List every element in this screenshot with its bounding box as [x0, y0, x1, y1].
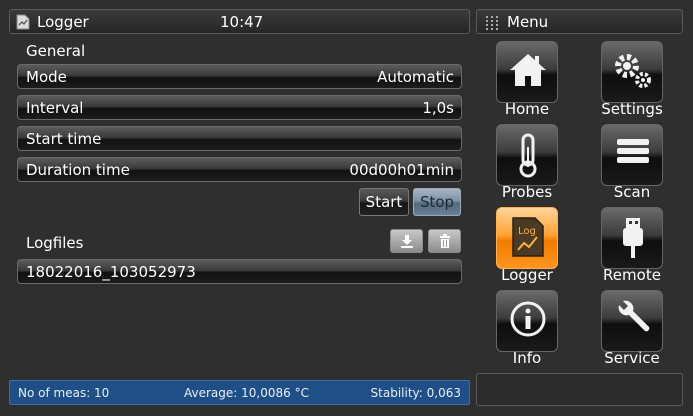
- remote-tile-label: Remote: [603, 266, 661, 284]
- page-title: Logger: [37, 13, 89, 31]
- interval-value: 1,0s: [422, 99, 454, 117]
- duration-time-label: Duration time: [26, 161, 130, 179]
- interval-label: Interval: [26, 99, 84, 117]
- info-tile-label: Info: [512, 349, 542, 367]
- duration-time-value: 00d00h01min: [349, 161, 454, 179]
- settings-tile-label: Settings: [601, 100, 663, 118]
- service-tile[interactable]: [601, 290, 663, 352]
- thermometer-icon: [519, 133, 537, 178]
- info-box: [476, 373, 683, 406]
- delete-button[interactable]: [428, 229, 461, 253]
- logger-tile-label: Logger: [501, 266, 553, 284]
- trash-icon: [440, 234, 450, 248]
- gears-icon: [615, 54, 651, 88]
- probes-tile-label: Probes: [501, 183, 553, 201]
- duration-time-field[interactable]: Duration time 00d00h01min: [17, 157, 462, 182]
- info-icon: [510, 301, 546, 337]
- meas-count: No of meas: 10: [18, 386, 110, 400]
- average-value: Average: 10,0086 °C: [184, 386, 309, 400]
- wrench-icon: [618, 300, 650, 332]
- logger-doc-icon: [16, 14, 30, 30]
- menu-bar: Menu: [476, 9, 683, 34]
- grip-dots-icon: [486, 15, 498, 30]
- start-button[interactable]: Start: [359, 188, 409, 216]
- svg-text:Log: Log: [518, 226, 536, 237]
- log-chart-icon: Log: [512, 217, 544, 257]
- usb-icon: [623, 218, 643, 258]
- mode-value: Automatic: [377, 68, 454, 86]
- info-tile[interactable]: [496, 290, 558, 352]
- status-bar: No of meas: 10 Average: 10,0086 °C Stabi…: [9, 380, 470, 405]
- home-tile-label: Home: [504, 100, 550, 118]
- probes-tile[interactable]: [496, 124, 558, 186]
- menu-title: Menu: [507, 13, 549, 31]
- scan-tile[interactable]: [601, 124, 663, 186]
- title-bar: Logger 10:47: [9, 9, 470, 34]
- download-button[interactable]: [390, 229, 423, 253]
- mode-field[interactable]: Mode Automatic: [17, 64, 462, 89]
- logfile-item[interactable]: 18022016_103052973: [17, 259, 462, 284]
- home-icon: [510, 54, 546, 86]
- start-time-field[interactable]: Start time: [17, 126, 462, 151]
- logfile-name: 18022016_103052973: [26, 263, 196, 281]
- remote-tile[interactable]: [601, 207, 663, 269]
- home-tile[interactable]: [496, 41, 558, 103]
- service-tile-label: Service: [604, 349, 660, 367]
- stack-icon: [617, 139, 649, 163]
- scan-tile-label: Scan: [613, 183, 651, 201]
- stop-button[interactable]: Stop: [413, 188, 461, 216]
- general-section-label: General: [26, 42, 86, 60]
- interval-field[interactable]: Interval 1,0s: [17, 95, 462, 120]
- download-icon: [401, 235, 413, 248]
- logfiles-section-label: Logfiles: [26, 234, 84, 252]
- start-time-label: Start time: [26, 130, 102, 148]
- stability-value: Stability: 0,063: [370, 386, 461, 400]
- settings-tile[interactable]: [601, 41, 663, 103]
- clock: 10:47: [220, 13, 264, 31]
- logger-tile[interactable]: Log: [496, 207, 558, 269]
- mode-label: Mode: [26, 68, 67, 86]
